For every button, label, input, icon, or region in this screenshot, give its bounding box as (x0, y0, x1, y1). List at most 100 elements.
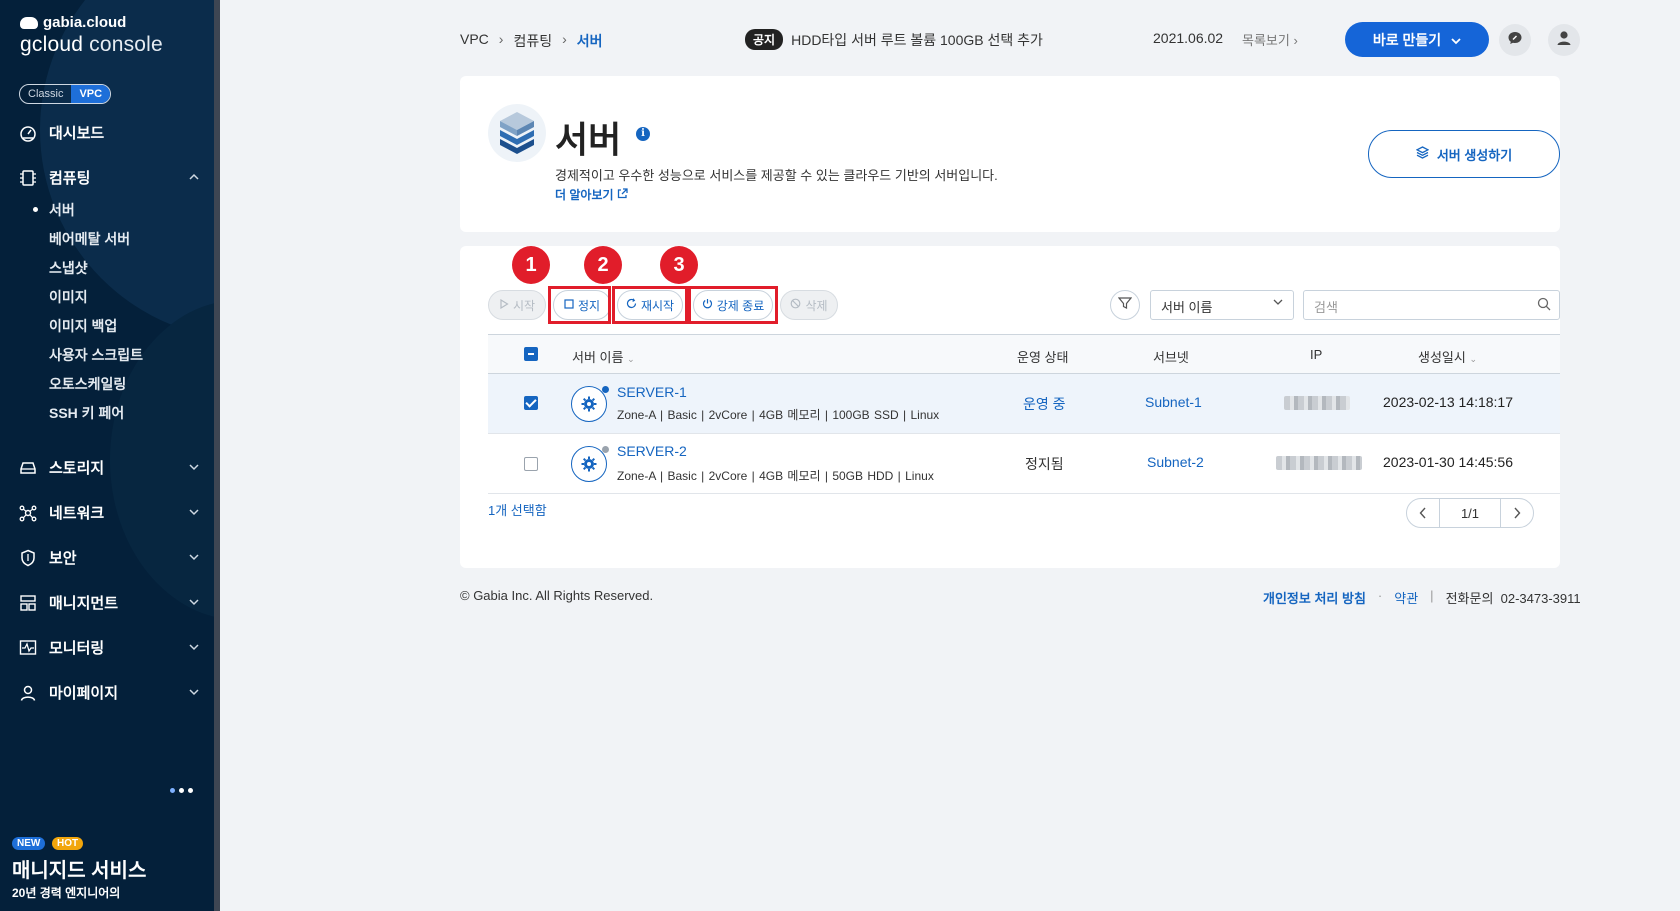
sidebar-subitem-image-backup[interactable]: 이미지 백업 (49, 316, 117, 336)
sidebar-subitem-server[interactable]: 서버 (33, 200, 75, 220)
search-input[interactable]: 검색 (1303, 290, 1560, 320)
footer-separator: | (1430, 588, 1434, 603)
promo-carousel-dots[interactable] (170, 788, 193, 793)
classic-vpc-toggle[interactable]: Classic VPC (19, 84, 112, 104)
ban-icon (790, 298, 801, 312)
subnet-link[interactable]: Subnet-1 (1145, 394, 1202, 410)
brand-top-label: gabia.cloud (43, 14, 127, 31)
breadcrumb-vpc[interactable]: VPC (460, 31, 489, 51)
storage-icon (19, 459, 37, 477)
filter-field-value: 서버 이름 (1161, 300, 1213, 315)
table-row[interactable]: SERVER-1 Zone-A | Basic | 2vCore | 4GB 메… (488, 374, 1560, 434)
chevron-up-icon (189, 172, 199, 184)
brand-console-suffix: console (83, 33, 163, 56)
cloud-logo-icon (20, 16, 38, 29)
server-stack-icon (488, 104, 546, 162)
server-name-link[interactable]: SERVER-1 (617, 384, 687, 400)
col-header-subnet: 서브넷 (1153, 350, 1189, 365)
filter-button[interactable] (1110, 290, 1140, 320)
created-at: 2023-01-30 14:45:56 (1383, 454, 1513, 470)
sidebar: gabia.cloud gcloud console Classic VPC 대… (0, 0, 220, 911)
create-server-button[interactable]: 서버 생성하기 (1368, 130, 1560, 178)
select-all-checkbox[interactable] (524, 347, 538, 361)
sidebar-subitem-snapshot[interactable]: 스냅샷 (49, 258, 88, 278)
notice-tag: 공지 (745, 29, 784, 50)
row-checkbox[interactable] (524, 457, 538, 471)
learn-more-link[interactable]: 더 알아보기 (555, 186, 628, 203)
sidebar-subitem-ssh-keypair[interactable]: SSH 키 페어 (49, 403, 124, 423)
search-icon[interactable] (1537, 297, 1551, 314)
server-spec: Zone-A | Basic | 2vCore | 4GB 메모리 | 100G… (617, 408, 940, 422)
sidebar-subitem-autoscaling[interactable]: 오토스케일링 (49, 374, 126, 394)
feedback-button[interactable] (1499, 24, 1531, 56)
sidebar-item-security[interactable]: 보안 (19, 547, 199, 568)
profile-button[interactable] (1548, 24, 1580, 56)
sidebar-scrollbar[interactable] (214, 0, 220, 911)
pagination: 1/1 (1406, 498, 1534, 528)
info-icon[interactable]: i (636, 127, 650, 141)
ip-redacted (1276, 456, 1362, 470)
user-icon (19, 684, 37, 702)
sidebar-item-label: 컴퓨팅 (49, 170, 91, 187)
hot-badge: HOT (52, 837, 84, 850)
breadcrumb-separator: › (562, 31, 567, 47)
chevron-down-icon (189, 597, 199, 609)
sidebar-item-monitoring[interactable]: 모니터링 (19, 637, 199, 658)
col-header-created[interactable]: 생성일시 ⌄ (1418, 347, 1477, 366)
notice-list-link[interactable]: 목록보기 › (1242, 30, 1298, 49)
sidebar-subitem-image[interactable]: 이미지 (49, 287, 88, 307)
sidebar-subitem-baremetal[interactable]: 베어메탈 서버 (49, 229, 130, 249)
quick-create-button[interactable]: 바로 만들기 (1345, 22, 1489, 57)
sidebar-item-mypage[interactable]: 마이페이지 (19, 682, 199, 703)
external-link-icon (617, 188, 628, 202)
sidebar-item-network[interactable]: 네트워크 (19, 502, 199, 523)
sidebar-item-computing[interactable]: 컴퓨팅 (19, 167, 199, 188)
copyright: © Gabia Inc. All Rights Reserved. (460, 588, 654, 603)
table-row[interactable]: SERVER-2 Zone-A | Basic | 2vCore | 4GB 메… (488, 434, 1560, 494)
toggle-vpc[interactable]: VPC (71, 85, 111, 103)
selected-count: 1개 선택함 (488, 503, 547, 518)
notice-text[interactable]: HDD타입 서버 루트 볼륨 100GB 선택 추가 (791, 30, 1043, 50)
server-name-link[interactable]: SERVER-2 (617, 443, 687, 459)
server-chip-icon (19, 169, 37, 187)
notice[interactable]: 공지 HDD타입 서버 루트 볼륨 100GB 선택 추가 (745, 29, 1043, 50)
terms-link[interactable]: 약관 (1394, 588, 1418, 607)
start-button[interactable]: 시작 (488, 290, 546, 320)
privacy-policy-link[interactable]: 개인정보 처리 방침 (1263, 588, 1366, 607)
annotation-badge-3: 3 (660, 246, 698, 284)
sidebar-item-label: 모니터링 (49, 640, 105, 657)
breadcrumb-computing[interactable]: 컴퓨팅 (513, 31, 552, 51)
layers-icon (1415, 146, 1430, 162)
sidebar-item-label: 스토리지 (49, 460, 105, 477)
toggle-classic[interactable]: Classic (20, 85, 71, 103)
start-label: 시작 (512, 298, 536, 313)
brand-logo[interactable]: gabia.cloud gcloud console (20, 14, 163, 57)
chevron-down-icon (189, 462, 199, 474)
quick-create-label: 바로 만들기 (1372, 31, 1442, 48)
row-checkbox[interactable] (524, 396, 538, 410)
annotation-badge-2: 2 (584, 246, 622, 284)
monitoring-icon (19, 639, 37, 657)
next-page-button[interactable] (1501, 499, 1533, 527)
sidebar-item-label: 대시보드 (49, 125, 105, 142)
breadcrumb-server: 서버 (576, 33, 603, 49)
sidebar-item-label: 보안 (49, 550, 77, 567)
subnet-link[interactable]: Subnet-2 (1147, 454, 1204, 470)
play-icon (499, 298, 509, 312)
server-spec: Zone-A | Basic | 2vCore | 4GB 메모리 | 50GB… (617, 469, 934, 483)
brand-console-name: gcloud (20, 33, 84, 56)
breadcrumb: VPC › 컴퓨팅 › 서버 (460, 31, 603, 51)
sidebar-item-dashboard[interactable]: 대시보드 (19, 122, 199, 143)
status-dot (602, 386, 609, 393)
page-title: 서버 (555, 119, 622, 160)
sidebar-subitem-user-script[interactable]: 사용자 스크립트 (49, 345, 143, 365)
filter-field-select[interactable]: 서버 이름 (1150, 290, 1294, 320)
sidebar-item-label: 매니지먼트 (49, 595, 119, 612)
prev-page-button[interactable] (1407, 499, 1439, 527)
page-description: 경제적이고 우수한 성능으로 서비스를 제공할 수 있는 클라우드 기반의 서버… (555, 168, 998, 183)
sidebar-item-label: 마이페이지 (49, 685, 119, 702)
delete-button[interactable]: 삭제 (780, 290, 838, 320)
sidebar-item-management[interactable]: 매니지먼트 (19, 592, 199, 613)
sidebar-item-storage[interactable]: 스토리지 (19, 457, 199, 478)
col-header-name[interactable]: 서버 이름 ⌄ (572, 347, 635, 366)
